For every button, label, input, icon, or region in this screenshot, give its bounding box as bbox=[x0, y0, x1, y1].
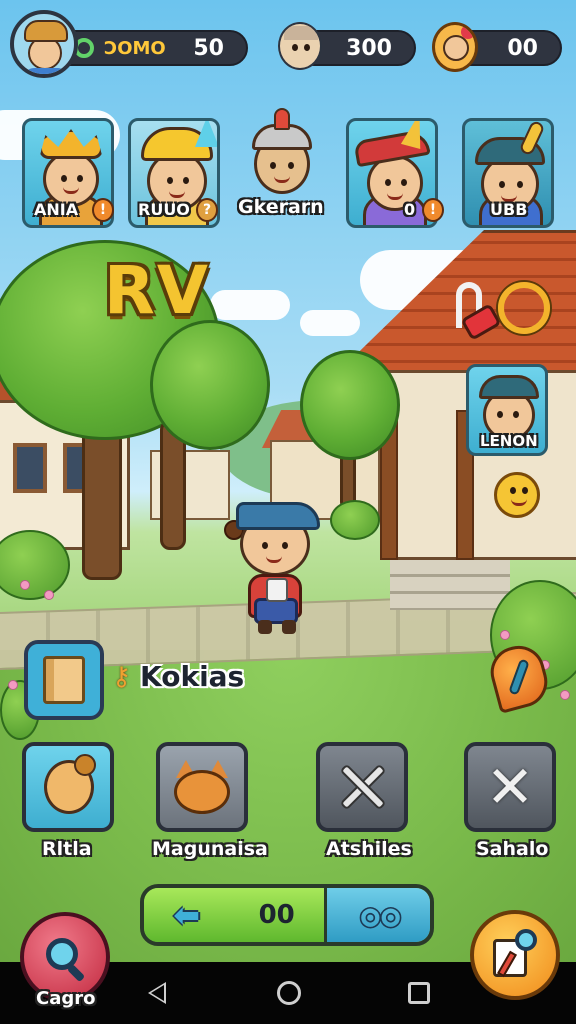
cloud bbox=[300, 310, 360, 336]
character-card-1-label: ANIA bbox=[34, 200, 79, 219]
window bbox=[13, 443, 47, 493]
quest-label: Kokias bbox=[140, 660, 245, 693]
binoculars-button[interactable]: ◎◎ bbox=[324, 888, 430, 942]
character-card-3[interactable] bbox=[240, 108, 324, 200]
cloud bbox=[210, 290, 290, 320]
player-character[interactable] bbox=[220, 490, 330, 640]
girl-avatar[interactable] bbox=[432, 22, 478, 72]
edit-profile-button[interactable] bbox=[470, 910, 560, 1000]
control-bar: ⬅ 00 ◎◎ bbox=[140, 884, 434, 946]
character-card-4-label: 0 bbox=[404, 200, 416, 219]
player-score-pill: ƆOMO 50 bbox=[52, 30, 248, 66]
tile-tools[interactable] bbox=[316, 742, 408, 832]
tile-tools-label: Atshiles bbox=[326, 838, 412, 860]
book-icon bbox=[43, 656, 85, 704]
player-avatar[interactable] bbox=[10, 10, 78, 78]
portrait-icon bbox=[38, 754, 98, 820]
character-card-5-label: UBB bbox=[490, 200, 528, 219]
character-card-3-label: Gkerarn bbox=[238, 196, 324, 218]
elder-score: 300 bbox=[346, 35, 392, 61]
flower bbox=[8, 680, 18, 690]
bush bbox=[0, 530, 70, 600]
nav-recents-icon[interactable] bbox=[404, 978, 434, 1008]
nav-back-icon[interactable] bbox=[142, 978, 172, 1008]
character-card-2-label: RUUO bbox=[138, 200, 190, 219]
magnifier-icon bbox=[42, 934, 88, 983]
key-icon: ⚷ bbox=[112, 662, 132, 692]
close-icon: ✕ bbox=[485, 753, 535, 821]
tile-portrait-label: Rltla bbox=[42, 838, 92, 860]
nav-home-icon[interactable] bbox=[274, 978, 304, 1008]
game-logo: RV bbox=[104, 252, 210, 329]
steps bbox=[390, 560, 510, 610]
tools-icon bbox=[334, 759, 390, 815]
tree-canopy bbox=[150, 320, 270, 450]
bush bbox=[330, 500, 380, 540]
girl-score: 00 bbox=[507, 35, 538, 61]
tile-close[interactable]: ✕ bbox=[464, 742, 556, 832]
quest-book-button[interactable] bbox=[24, 640, 104, 720]
tile-cat-label: Magunaisa bbox=[152, 838, 268, 860]
alert-badge-icon: ! bbox=[92, 198, 114, 222]
back-arrow-icon[interactable]: ⬅ bbox=[173, 896, 200, 934]
control-value: 00 bbox=[258, 900, 295, 930]
smile-icon[interactable] bbox=[494, 472, 540, 518]
elder-avatar[interactable] bbox=[278, 22, 322, 70]
lenon-label: LENON bbox=[480, 432, 538, 450]
tree-canopy bbox=[300, 350, 400, 460]
edit-icon bbox=[489, 929, 541, 981]
flower bbox=[560, 690, 570, 700]
cat-icon bbox=[172, 760, 232, 814]
cagro-label: Cagro bbox=[36, 988, 96, 1009]
tile-portrait[interactable] bbox=[22, 742, 114, 832]
flower bbox=[20, 580, 30, 590]
flower bbox=[500, 630, 510, 640]
player-score: 50 bbox=[193, 35, 224, 61]
binoculars-icon: ◎◎ bbox=[358, 898, 403, 932]
tile-cat[interactable] bbox=[156, 742, 248, 832]
control-left: ⬅ 00 bbox=[144, 888, 324, 942]
tile-close-label: Sahalo bbox=[476, 838, 549, 860]
magnet-icon[interactable] bbox=[452, 276, 552, 346]
flower bbox=[44, 590, 54, 600]
help-badge-icon: ? bbox=[196, 198, 218, 222]
player-name: ƆOMO bbox=[104, 37, 166, 59]
alert-badge-icon: ! bbox=[422, 198, 444, 222]
